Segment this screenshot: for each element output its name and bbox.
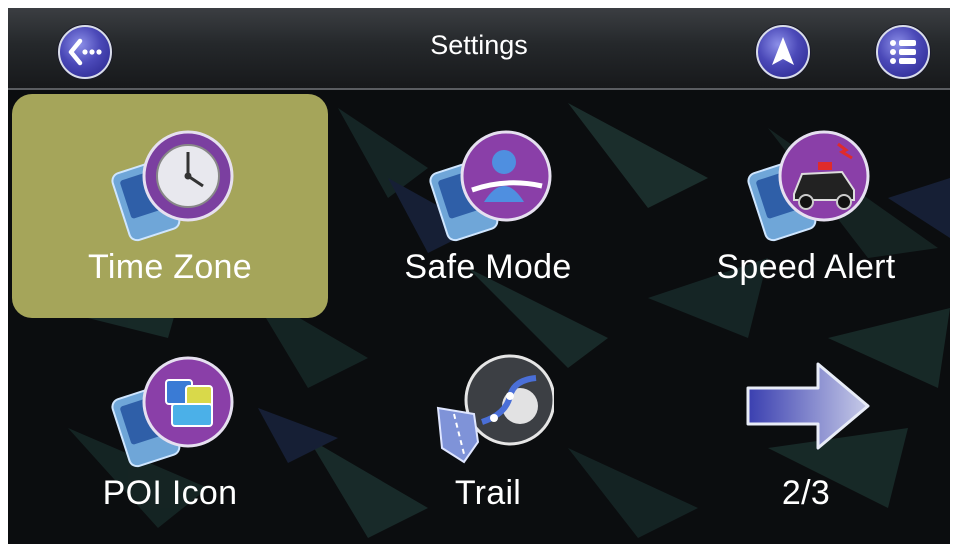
- list-menu-icon: [890, 40, 916, 64]
- tile-trail[interactable]: Trail: [330, 320, 646, 544]
- time-zone-icon: [111, 130, 234, 242]
- speed-alert-icon: [747, 130, 870, 242]
- tile-time-zone[interactable]: Time Zone: [12, 94, 328, 318]
- page-indicator: 2/3: [781, 474, 831, 512]
- top-bar: Settings: [8, 8, 950, 90]
- next-page-arrow-icon: [746, 362, 870, 450]
- trail-icon: [436, 354, 554, 464]
- tile-label: Trail: [454, 474, 522, 512]
- settings-screen: Settings Time Zone Safe Mode Speed Alert…: [8, 8, 950, 544]
- navigation-button[interactable]: [756, 25, 810, 79]
- poi-icon: [111, 356, 234, 468]
- tile-poi-icon[interactable]: POI Icon: [12, 320, 328, 544]
- tile-label: POI Icon: [102, 474, 238, 512]
- next-page-button[interactable]: 2/3: [648, 320, 950, 544]
- tile-label: Speed Alert: [716, 248, 896, 286]
- safe-mode-icon: [429, 130, 552, 242]
- tile-label: Time Zone: [88, 248, 252, 286]
- menu-button[interactable]: [876, 25, 930, 79]
- tile-speed-alert[interactable]: Speed Alert: [648, 94, 950, 318]
- tile-safe-mode[interactable]: Safe Mode: [330, 94, 646, 318]
- navigation-arrow-icon: [772, 37, 794, 65]
- tile-label: Safe Mode: [404, 248, 572, 286]
